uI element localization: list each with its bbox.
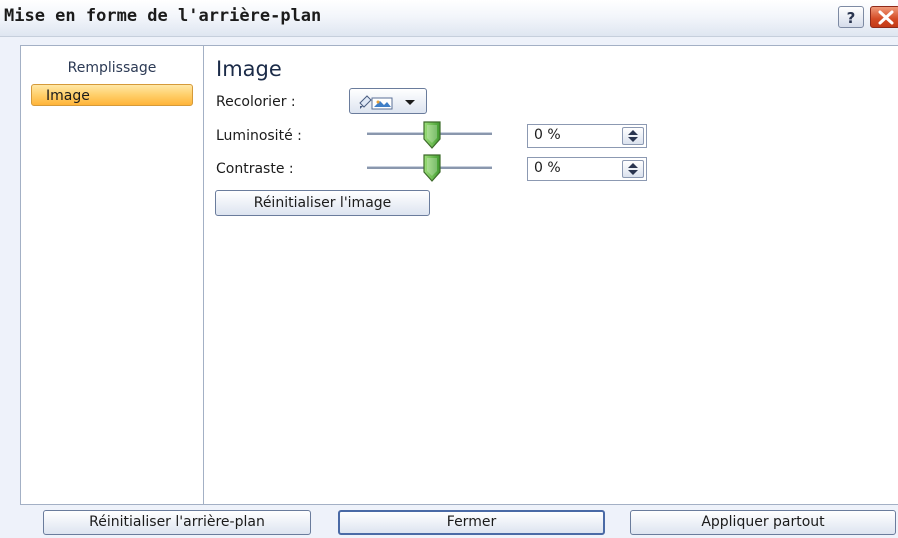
contrast-slider-thumb[interactable] [422,154,442,182]
sidebar-item-image[interactable]: Image [31,84,193,106]
contrast-label: Contraste : [216,161,294,177]
dialog-title: Mise en forme de l'arrière-plan [4,6,322,26]
brightness-slider-thumb[interactable] [422,121,442,149]
contrast-spin-button[interactable] [622,160,644,178]
close-button[interactable]: Fermer [338,510,605,535]
brightness-value: 0 % [534,127,561,143]
section-title: Image [216,57,282,81]
title-bar[interactable]: Mise en forme de l'arrière-plan ? [0,0,898,37]
format-background-dialog: Mise en forme de l'arrière-plan ? Rempli… [0,0,898,538]
recolor-label: Recolorier : [216,94,296,110]
close-window-button[interactable] [870,6,898,28]
spin-arrows-icon [628,163,638,175]
sidebar-item-fill[interactable]: Remplissage [31,57,193,79]
image-settings-panel: Image Recolorier : Luminosité : 0 % Cont… [204,46,898,504]
chevron-down-icon [405,100,415,105]
contrast-value: 0 % [534,160,561,176]
brightness-spin-button[interactable] [622,127,644,145]
brightness-label: Luminosité : [216,128,302,144]
reset-image-button[interactable]: Réinitialiser l'image [215,190,430,216]
apply-to-all-button[interactable]: Appliquer partout [630,510,896,535]
reset-background-button[interactable]: Réinitialiser l'arrière-plan [43,510,311,535]
spin-arrows-icon [628,130,638,142]
recolor-dropdown-button[interactable] [349,88,427,114]
close-icon [878,10,894,25]
category-sidebar: Remplissage Image [21,46,204,504]
help-button[interactable]: ? [838,6,864,28]
recolor-icon [359,95,393,110]
brightness-spin-field[interactable]: 0 % [527,124,647,148]
contrast-spin-field[interactable]: 0 % [527,157,647,181]
